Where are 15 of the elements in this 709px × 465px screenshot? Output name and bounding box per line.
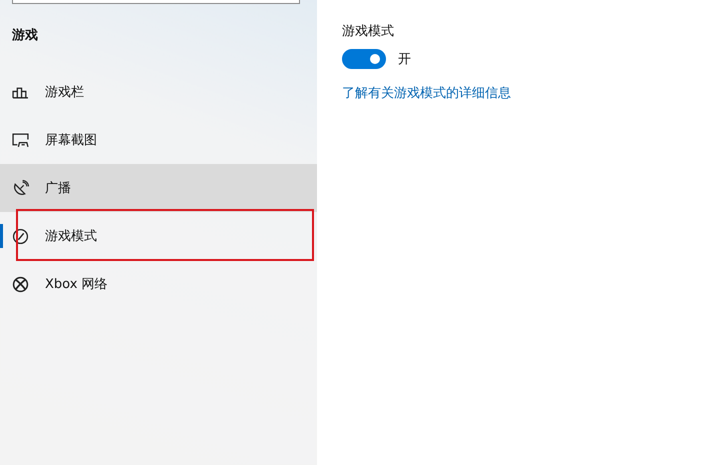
sidebar-heading: 游戏 — [11, 27, 39, 45]
search-field[interactable] — [12, 0, 300, 4]
sidebar-item[interactable]: 游戏栏 — [0, 68, 317, 116]
sidebar-item[interactable]: Xbox 网络 — [0, 260, 317, 308]
toggle-switch[interactable] — [342, 49, 386, 69]
sidebar-item[interactable]: 屏幕截图 — [0, 116, 317, 164]
setting-title: 游戏模式 — [342, 23, 395, 40]
satellite-dish-icon — [12, 180, 29, 196]
toggle-state-label: 开 — [398, 51, 411, 68]
gauge-icon — [12, 228, 29, 244]
sidebar-item[interactable]: 游戏模式 — [0, 212, 317, 260]
sidebar-item[interactable]: 广播 — [0, 164, 317, 212]
details-link[interactable]: 了解有关游戏模式的详细信息 — [342, 84, 511, 102]
xbox-logo-icon — [12, 276, 29, 292]
screenshot-icon — [12, 132, 29, 148]
